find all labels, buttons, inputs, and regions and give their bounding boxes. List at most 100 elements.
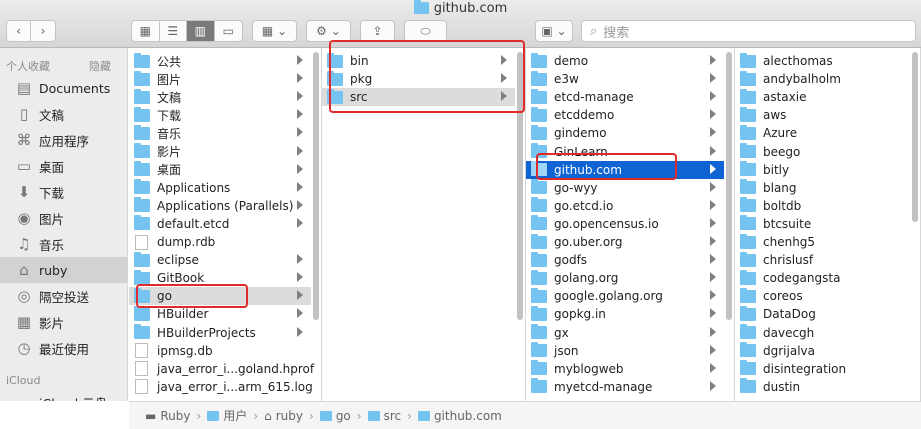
columns-icon: ▥ (194, 24, 206, 38)
column-item[interactable]: go.etcd.io (526, 197, 724, 215)
scrollbar[interactable] (912, 52, 918, 222)
path-item[interactable]: ⌂ ruby (264, 409, 303, 423)
column-item[interactable]: Applications (Parallels) (129, 197, 311, 215)
column-item[interactable]: 图片 (129, 70, 311, 88)
icloud-heading: iCloud (6, 374, 41, 387)
column-item[interactable]: alecthomas (735, 52, 910, 70)
column-item[interactable]: HBuilder (129, 305, 311, 323)
action-button[interactable]: ⚙ ⌄ (306, 20, 351, 42)
column-item[interactable]: davecgh (735, 324, 910, 342)
list-view-button[interactable]: ☰ (160, 21, 187, 41)
sidebar-item[interactable]: ⌂ ruby (0, 257, 127, 283)
column-item[interactable]: go.uber.org (526, 233, 724, 251)
column-item[interactable]: java_error_i...arm_615.log (129, 378, 313, 396)
column-item[interactable]: java_error_i...goland.hprof (129, 360, 314, 378)
column-item[interactable]: 桌面 (129, 161, 311, 179)
column-item[interactable]: andybalholm (735, 70, 910, 88)
column-item[interactable]: blang (735, 179, 910, 197)
column-item[interactable]: myetcd-manage (526, 378, 724, 396)
column-item[interactable]: demo (526, 52, 724, 70)
column-item[interactable]: beego (735, 143, 910, 161)
column-item[interactable]: btcsuite (735, 215, 910, 233)
column-item[interactable]: Azure (735, 124, 910, 142)
column-item[interactable]: go.opencensus.io (526, 215, 724, 233)
sidebar-item[interactable]: ♫ 音乐 (0, 231, 127, 257)
back-button[interactable]: ‹ (7, 21, 32, 41)
recents-icon: ◷ (17, 339, 31, 357)
column-item[interactable]: Applications (129, 179, 311, 197)
column-item[interactable]: gx (526, 324, 724, 342)
column-item[interactable]: json (526, 342, 724, 360)
column-item[interactable]: dump.rdb (129, 233, 311, 251)
scrollbar[interactable] (726, 52, 732, 320)
sidebar-item[interactable]: ⬇ 下载 (0, 179, 127, 205)
column-item[interactable]: boltdb (735, 197, 910, 215)
music-icon: ♫ (17, 235, 31, 253)
sidebar-item-icloud[interactable]: ☁ iCloud 云盘 (0, 389, 127, 401)
finder-window: github.com ‹ › ▦ ☰ ▥ ▭ ▦ ⌄ ⚙ ⌄ ⇪ ⬭ ▣ ⌄ ⌕… (0, 0, 921, 429)
sidebar-item[interactable]: ▤ Documents (0, 75, 127, 101)
column-item[interactable]: chenhg5 (735, 233, 910, 251)
column-item[interactable]: etcd-manage (526, 88, 724, 106)
column-item[interactable]: astaxie (735, 88, 910, 106)
path-item[interactable]: 用户 (207, 407, 247, 424)
column-item[interactable]: dustin (735, 378, 910, 396)
column-item[interactable]: codegangsta (735, 269, 910, 287)
folder-icon (740, 269, 756, 285)
column-item[interactable]: DataDog (735, 305, 910, 323)
column-item[interactable]: bitly (735, 161, 910, 179)
column-item[interactable]: chrislusf (735, 251, 910, 269)
sidebar-item[interactable]: ▦ 影片 (0, 309, 127, 335)
scrollbar[interactable] (313, 52, 319, 320)
sidebar-item[interactable]: ⌘ 应用程序 (0, 127, 127, 153)
column-item[interactable]: dgrijalva (735, 342, 910, 360)
column-item[interactable]: e3w (526, 70, 724, 88)
column-item[interactable]: coreos (735, 287, 910, 305)
sidebar-item[interactable]: ▯ 文稿 (0, 101, 127, 127)
column-item[interactable]: 下载 (129, 106, 311, 124)
column-item[interactable]: 影片 (129, 143, 311, 161)
path-item[interactable]: go (319, 409, 351, 423)
column-item[interactable]: ipmsg.db (129, 342, 311, 360)
path-separator-icon: › (253, 408, 259, 423)
search-field[interactable]: ⌕ 搜索 (581, 20, 916, 42)
hide-favorites-button[interactable]: 隐藏 (89, 58, 111, 74)
sidebar-item[interactable]: ◎ 隔空投送 (0, 283, 127, 309)
share-button[interactable]: ⇪ (360, 20, 395, 42)
folder-icon (134, 161, 150, 177)
icon-view-button[interactable]: ▦ (132, 21, 160, 41)
folder-icon (531, 251, 547, 267)
sidebar-item[interactable]: ◷ 最近使用 (0, 335, 127, 361)
column-item[interactable]: 文稿 (129, 88, 311, 106)
sidebar: 个人收藏 隐藏 ▤ Documents ▯ 文稿 ⌘ 应用程序 ▭ 桌面 ⬇ 下载 ◉ 图片 ♫ 音乐 ⌂ rub… (0, 48, 128, 401)
column-item[interactable]: gopkg.in (526, 305, 724, 323)
dropbox-button[interactable]: ▣ ⌄ (535, 20, 573, 42)
path-item[interactable]: src (367, 409, 401, 423)
column-item[interactable]: default.etcd (129, 215, 311, 233)
column-item[interactable]: 音乐 (129, 124, 311, 142)
column-item[interactable]: disintegration (735, 360, 910, 378)
path-item[interactable]: github.com (417, 409, 502, 423)
item-name: gx (554, 325, 569, 340)
column-item[interactable]: golang.org (526, 269, 724, 287)
column-item[interactable]: godfs (526, 251, 724, 269)
path-item[interactable]: ▬ Ruby (145, 409, 190, 423)
group-button[interactable]: ▦ ⌄ (252, 20, 297, 42)
column-item[interactable]: myblogweb (526, 360, 724, 378)
item-name: go.opencensus.io (554, 216, 659, 231)
column-item[interactable]: etcddemo (526, 106, 724, 124)
column-item[interactable]: HBuilderProjects (129, 324, 311, 342)
tags-button[interactable]: ⬭ (404, 20, 447, 42)
column-item[interactable]: gindemo (526, 124, 724, 142)
sidebar-item[interactable]: ▭ 桌面 (0, 153, 127, 179)
column-item[interactable]: eclipse (129, 251, 311, 269)
column-item[interactable]: go-wyy (526, 179, 724, 197)
column-item[interactable]: google.golang.org (526, 287, 724, 305)
gallery-view-button[interactable]: ▭ (215, 21, 242, 41)
column-view-button[interactable]: ▥ (187, 21, 215, 41)
column-item[interactable]: aws (735, 106, 910, 124)
column-item[interactable]: 公共 (129, 52, 311, 70)
forward-button[interactable]: › (31, 21, 55, 41)
group-grid-icon: ▦ ⌄ (261, 24, 288, 38)
sidebar-item[interactable]: ◉ 图片 (0, 205, 127, 231)
